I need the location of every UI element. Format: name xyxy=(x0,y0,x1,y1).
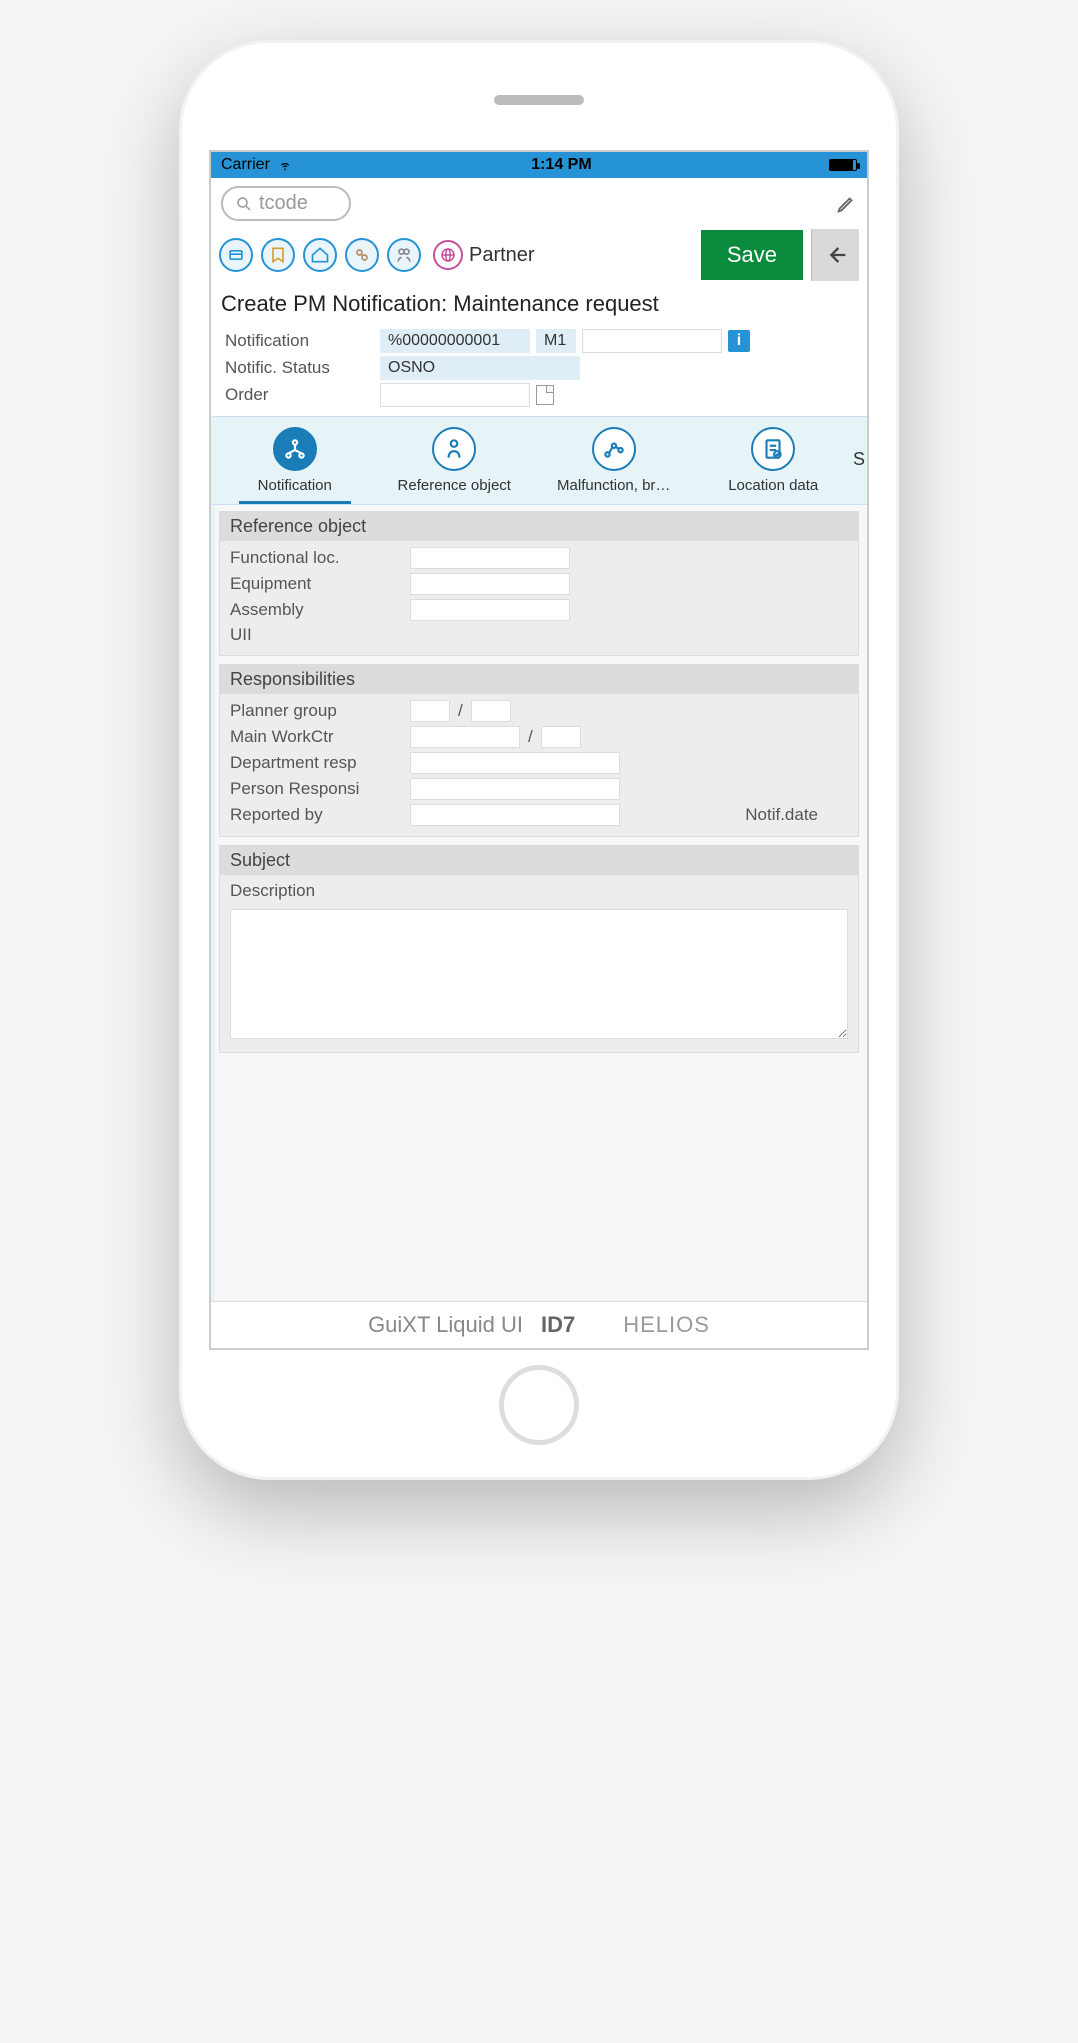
search-input[interactable]: tcode xyxy=(221,186,351,221)
save-button[interactable]: Save xyxy=(701,230,803,280)
document-icon[interactable] xyxy=(536,385,554,405)
person-responsi-label: Person Responsi xyxy=(230,779,410,799)
action-btn-3[interactable] xyxy=(303,238,337,272)
globe-icon xyxy=(433,240,463,270)
hierarchy-icon xyxy=(273,427,317,471)
notification-label: Notification xyxy=(225,331,380,351)
section-header: Responsibilities xyxy=(220,665,858,694)
notific-status-label: Notific. Status xyxy=(225,358,380,378)
section-subject: Subject Description xyxy=(219,845,859,1053)
tab-bar: Notification Reference object Malfunctio… xyxy=(211,416,867,505)
tab-overflow[interactable]: S xyxy=(853,423,867,504)
status-right xyxy=(829,159,857,171)
notific-status-value[interactable] xyxy=(380,356,580,380)
content-area: Reference object Functional loc. Equipme… xyxy=(211,505,867,1301)
slash-separator: / xyxy=(458,701,463,721)
action-btn-1[interactable] xyxy=(219,238,253,272)
footer-brand3: HELIOS xyxy=(623,1312,710,1338)
partner-label: Partner xyxy=(469,244,535,267)
main-workctr-input-1[interactable] xyxy=(410,726,520,748)
section-header: Subject xyxy=(220,846,858,875)
functional-loc-label: Functional loc. xyxy=(230,548,410,568)
back-button[interactable] xyxy=(811,229,859,281)
main-workctr-input-2[interactable] xyxy=(541,726,581,748)
tab-location-data[interactable]: Location data xyxy=(694,423,854,504)
tab-label: Malfunction, br… xyxy=(536,477,692,494)
tab-reference-object[interactable]: Reference object xyxy=(375,423,535,504)
reported-by-input[interactable] xyxy=(410,804,620,826)
action-btn-5[interactable] xyxy=(387,238,421,272)
battery-icon xyxy=(829,159,857,171)
order-value[interactable] xyxy=(380,383,530,407)
status-left: Carrier xyxy=(221,156,294,174)
toolbar: tcode xyxy=(211,178,867,227)
person-icon xyxy=(432,427,476,471)
wifi-icon xyxy=(276,158,294,172)
footer-brand1: GuiXT Liquid UI xyxy=(368,1312,523,1338)
department-resp-label: Department resp xyxy=(230,753,410,773)
uii-label: UII xyxy=(230,625,410,645)
notif-date-label: Notif.date xyxy=(745,805,818,825)
phone-frame: Carrier 1:14 PM tcode xyxy=(179,40,899,1480)
description-label: Description xyxy=(230,881,410,901)
action-button-row: Partner Save xyxy=(211,227,867,287)
tab-label: Reference object xyxy=(377,477,533,494)
search-placeholder: tcode xyxy=(259,192,308,215)
reported-by-label: Reported by xyxy=(230,805,410,825)
description-textarea[interactable] xyxy=(230,909,848,1039)
graph-icon xyxy=(592,427,636,471)
section-responsibilities: Responsibilities Planner group / Main Wo… xyxy=(219,664,859,837)
assembly-label: Assembly xyxy=(230,600,410,620)
functional-loc-input[interactable] xyxy=(410,547,570,569)
pencil-icon[interactable] xyxy=(835,193,857,215)
planner-group-label: Planner group xyxy=(230,701,410,721)
tab-malfunction[interactable]: Malfunction, br… xyxy=(534,423,694,504)
page-title: Create PM Notification: Maintenance requ… xyxy=(211,287,867,327)
section-reference-object: Reference object Functional loc. Equipme… xyxy=(219,511,859,656)
notification-text[interactable] xyxy=(582,329,722,353)
department-resp-input[interactable] xyxy=(410,752,620,774)
carrier-label: Carrier xyxy=(221,156,270,174)
search-icon xyxy=(235,195,253,213)
action-btn-4[interactable] xyxy=(345,238,379,272)
tab-notification[interactable]: Notification xyxy=(215,423,375,504)
tab-label: Notification xyxy=(217,477,373,494)
tab-label: Location data xyxy=(696,477,852,494)
equipment-label: Equipment xyxy=(230,574,410,594)
footer-brand2: ID7 xyxy=(541,1312,575,1338)
notification-value[interactable] xyxy=(380,329,530,353)
screen: Carrier 1:14 PM tcode xyxy=(209,150,869,1350)
info-icon[interactable]: i xyxy=(728,330,750,352)
status-bar: Carrier 1:14 PM xyxy=(211,152,867,178)
equipment-input[interactable] xyxy=(410,573,570,595)
planner-group-input-2[interactable] xyxy=(471,700,511,722)
slash-separator: / xyxy=(528,727,533,747)
header-fields: Notification i Notific. Status Order xyxy=(211,327,867,416)
status-time: 1:14 PM xyxy=(531,156,591,174)
assembly-input[interactable] xyxy=(410,599,570,621)
partner-button[interactable]: Partner xyxy=(433,240,535,270)
document-check-icon xyxy=(751,427,795,471)
person-responsi-input[interactable] xyxy=(410,778,620,800)
notification-type[interactable] xyxy=(536,329,576,353)
main-workctr-label: Main WorkCtr xyxy=(230,727,410,747)
section-header: Reference object xyxy=(220,512,858,541)
action-btn-2[interactable] xyxy=(261,238,295,272)
footer: GuiXT Liquid UI ID7 HELIOS xyxy=(211,1301,867,1348)
order-label: Order xyxy=(225,385,380,405)
planner-group-input-1[interactable] xyxy=(410,700,450,722)
